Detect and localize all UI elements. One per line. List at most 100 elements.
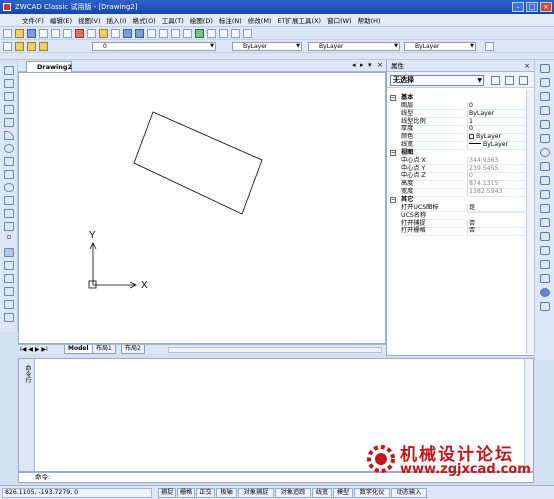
close-button[interactable]: ×: [540, 2, 552, 12]
calculator-icon[interactable]: [231, 28, 240, 38]
open-icon[interactable]: [15, 28, 24, 38]
property-row[interactable]: 打开UCS图标是: [389, 203, 533, 213]
properties-scrollbar[interactable]: [526, 90, 534, 354]
rectangle-icon[interactable]: [4, 118, 14, 127]
grid-button[interactable]: 栅格: [177, 488, 195, 498]
array-icon[interactable]: [540, 120, 550, 129]
ellipse-arc-icon[interactable]: [4, 196, 14, 205]
pan-icon[interactable]: [147, 28, 156, 38]
move-icon[interactable]: [540, 134, 550, 143]
property-category[interactable]: − 基本: [389, 94, 533, 102]
copy-object-icon[interactable]: [540, 78, 550, 87]
minimize-button[interactable]: –: [512, 2, 524, 12]
break-icon[interactable]: [540, 218, 550, 227]
property-row[interactable]: 宽度 1382.5943: [389, 188, 533, 197]
linetype-combo[interactable]: ByLayer ▼: [308, 42, 400, 51]
point-icon[interactable]: [7, 235, 11, 239]
layer-manager-icon[interactable]: [3, 41, 12, 51]
polar-button[interactable]: 极轴: [216, 488, 237, 498]
polygon-icon[interactable]: [4, 105, 14, 114]
copy-icon[interactable]: [87, 28, 96, 38]
menu-format[interactable]: 格式(O): [133, 15, 156, 25]
select-objects-icon[interactable]: [505, 76, 514, 85]
layer-on-icon[interactable]: [15, 41, 24, 51]
paste-icon[interactable]: [99, 28, 108, 38]
dynamic-input-button[interactable]: 动态输入: [391, 488, 427, 498]
layer-freeze-icon[interactable]: [27, 41, 36, 51]
drawing-canvas[interactable]: Y X: [18, 72, 386, 344]
zoom-realtime-icon[interactable]: [159, 28, 168, 38]
rotate-icon[interactable]: [540, 148, 550, 157]
menu-et-tools[interactable]: ET扩展工具(X): [277, 15, 321, 25]
publish-icon[interactable]: [63, 28, 72, 38]
tab-layout2[interactable]: 布局2: [121, 345, 145, 354]
property-row[interactable]: 颜色 ByLayer: [389, 133, 533, 142]
save-icon[interactable]: [27, 28, 36, 38]
ellipse-icon[interactable]: [4, 183, 14, 192]
collapse-icon[interactable]: −: [390, 149, 396, 156]
menu-help[interactable]: 帮助(H): [358, 15, 381, 25]
property-row[interactable]: 线宽 ByLayer: [389, 141, 533, 150]
property-row[interactable]: 图层 0: [389, 101, 533, 111]
match-properties-icon[interactable]: [111, 28, 120, 38]
property-row[interactable]: 高度 874.1315: [389, 180, 533, 189]
hatch-icon[interactable]: [4, 248, 14, 257]
table-icon[interactable]: [4, 300, 14, 309]
lineweight-combo[interactable]: ByLayer ▼: [404, 42, 476, 51]
region-icon[interactable]: [4, 274, 14, 283]
scale-icon[interactable]: [540, 162, 550, 171]
property-row[interactable]: 中心点 X 344.9363: [389, 156, 533, 166]
wipeout-icon[interactable]: [4, 287, 14, 296]
edit-polyline-icon[interactable]: [540, 302, 550, 311]
polyline-icon[interactable]: [4, 92, 14, 101]
rotated-rectangle[interactable]: [133, 111, 263, 215]
join-icon[interactable]: [540, 232, 550, 241]
mirror-icon[interactable]: [540, 92, 550, 101]
arc-icon[interactable]: [4, 131, 14, 140]
property-value[interactable]: [467, 211, 531, 213]
line-icon[interactable]: [4, 66, 14, 75]
menu-window[interactable]: 窗口(W): [327, 15, 352, 25]
property-row[interactable]: 线型 ByLayer: [389, 109, 533, 119]
stretch-icon[interactable]: [540, 176, 550, 185]
erase-icon[interactable]: [540, 64, 550, 73]
plot-style-icon[interactable]: [485, 42, 494, 51]
zoom-previous-icon[interactable]: [183, 28, 192, 38]
collapse-icon[interactable]: −: [390, 95, 396, 101]
tab-layout1[interactable]: 布局1: [92, 345, 116, 354]
tab-model[interactable]: Model: [64, 345, 93, 354]
quick-select-icon[interactable]: [519, 76, 528, 85]
property-row[interactable]: 打开栅格否: [389, 227, 533, 236]
close-icon[interactable]: ×: [524, 60, 530, 72]
offset-icon[interactable]: [540, 106, 550, 115]
lineweight-button[interactable]: 线宽: [312, 488, 332, 498]
menu-dimension[interactable]: 标注(N): [219, 15, 242, 25]
circle-icon[interactable]: [4, 144, 14, 153]
xline-icon[interactable]: [4, 79, 14, 88]
collapse-icon[interactable]: −: [390, 196, 396, 203]
menu-modify[interactable]: 修改(M): [248, 15, 272, 25]
horizontal-scrollbar[interactable]: [168, 347, 382, 353]
menu-insert[interactable]: 插入(I): [107, 15, 127, 25]
property-category[interactable]: − 其它: [389, 196, 533, 204]
tab-prev-icon[interactable]: ◂: [352, 61, 356, 69]
mtext-icon[interactable]: [4, 313, 14, 322]
fillet-icon[interactable]: [540, 260, 550, 269]
gradient-icon[interactable]: [4, 261, 14, 270]
tab-close-icon[interactable]: ×: [377, 61, 383, 69]
snap-button[interactable]: 捕捉: [158, 488, 176, 498]
tool-palette-icon[interactable]: [219, 28, 228, 38]
print-icon[interactable]: [39, 28, 48, 38]
maximize-button[interactable]: □: [526, 2, 538, 12]
osnap-button[interactable]: 对象捕捉: [238, 488, 274, 498]
tablet-button[interactable]: 数字化仪: [354, 488, 390, 498]
spline-icon[interactable]: [4, 170, 14, 179]
tab-next-icon[interactable]: ▸: [360, 61, 364, 69]
ortho-button[interactable]: 正交: [196, 488, 215, 498]
color-combo[interactable]: ByLayer ▼: [232, 42, 302, 51]
cut-icon[interactable]: [75, 28, 84, 38]
menu-file[interactable]: 文件(F): [22, 15, 44, 25]
property-value[interactable]: 否: [467, 227, 531, 236]
properties-icon[interactable]: [195, 28, 204, 38]
help-icon[interactable]: [243, 28, 252, 38]
